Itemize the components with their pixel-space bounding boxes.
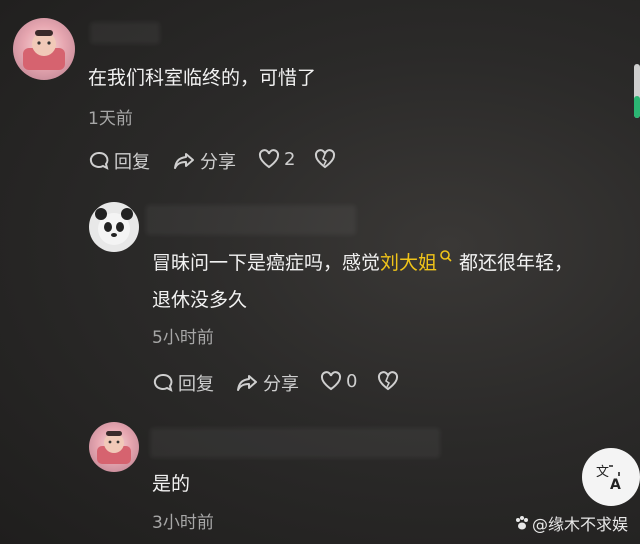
reply-icon bbox=[89, 151, 109, 170]
share-icon bbox=[237, 375, 257, 391]
baby-avatar-icon bbox=[23, 30, 65, 70]
scroll-indicator-accent bbox=[634, 96, 640, 118]
avatar[interactable] bbox=[89, 422, 139, 472]
username-blurred bbox=[150, 428, 440, 458]
comment-time: 3小时前 bbox=[152, 513, 214, 533]
broken-heart-icon bbox=[314, 149, 336, 169]
avatar[interactable] bbox=[89, 202, 139, 252]
svg-text:A: A bbox=[610, 477, 621, 492]
heart-icon bbox=[258, 149, 280, 169]
reply-text-continued: 都还很年轻， bbox=[459, 252, 574, 274]
reply-text-line2: 退休没多久 bbox=[152, 289, 248, 311]
svg-text:文: 文 bbox=[596, 465, 609, 480]
like-count: 0 bbox=[346, 370, 358, 392]
reply-icon bbox=[153, 373, 173, 392]
like-count: 2 bbox=[284, 148, 296, 170]
share-label: 分享 bbox=[263, 374, 299, 395]
like-button[interactable]: 0 bbox=[320, 370, 357, 392]
translate-icon: 文 A bbox=[596, 465, 621, 492]
reply-text-line1: 冒昧问一下是癌症吗，感觉刘大姐 都还很年轻， bbox=[152, 247, 573, 279]
reply-text: 是的 bbox=[152, 473, 191, 495]
share-button[interactable]: 分享 bbox=[172, 148, 236, 174]
watermark-text: @缘木不求娱 bbox=[531, 515, 628, 534]
share-button[interactable]: 分享 bbox=[235, 370, 299, 396]
reply-button[interactable]: 回复 bbox=[152, 370, 214, 396]
like-button[interactable]: 2 bbox=[258, 148, 295, 170]
heart-icon bbox=[320, 371, 342, 391]
reply-label: 回复 bbox=[178, 374, 214, 395]
dislike-button[interactable] bbox=[314, 148, 336, 170]
comment-text: 在我们科室临终的，可惜了 bbox=[88, 67, 317, 89]
username-blurred bbox=[146, 205, 356, 235]
search-icon[interactable] bbox=[439, 249, 453, 265]
broken-heart-icon bbox=[377, 371, 399, 391]
baby-avatar-icon bbox=[97, 431, 131, 464]
mention-link[interactable]: 刘大姐 bbox=[380, 252, 437, 274]
paw-icon bbox=[515, 516, 528, 530]
avatar[interactable] bbox=[13, 18, 75, 80]
username-blurred bbox=[90, 22, 160, 44]
reply-label: 回复 bbox=[114, 152, 150, 173]
share-label: 分享 bbox=[200, 152, 236, 173]
dislike-button[interactable] bbox=[377, 370, 399, 392]
panda-avatar-icon bbox=[95, 208, 133, 245]
reply-button[interactable]: 回复 bbox=[88, 148, 150, 174]
translate-button[interactable]: 文 A bbox=[582, 448, 640, 506]
share-icon bbox=[174, 153, 194, 169]
reply-text: 冒昧问一下是癌症吗，感觉 bbox=[152, 252, 381, 274]
comment-time: 5小时前 bbox=[152, 328, 214, 348]
comment-time: 1天前 bbox=[88, 109, 133, 129]
watermark: @缘木不求娱 bbox=[514, 511, 628, 535]
